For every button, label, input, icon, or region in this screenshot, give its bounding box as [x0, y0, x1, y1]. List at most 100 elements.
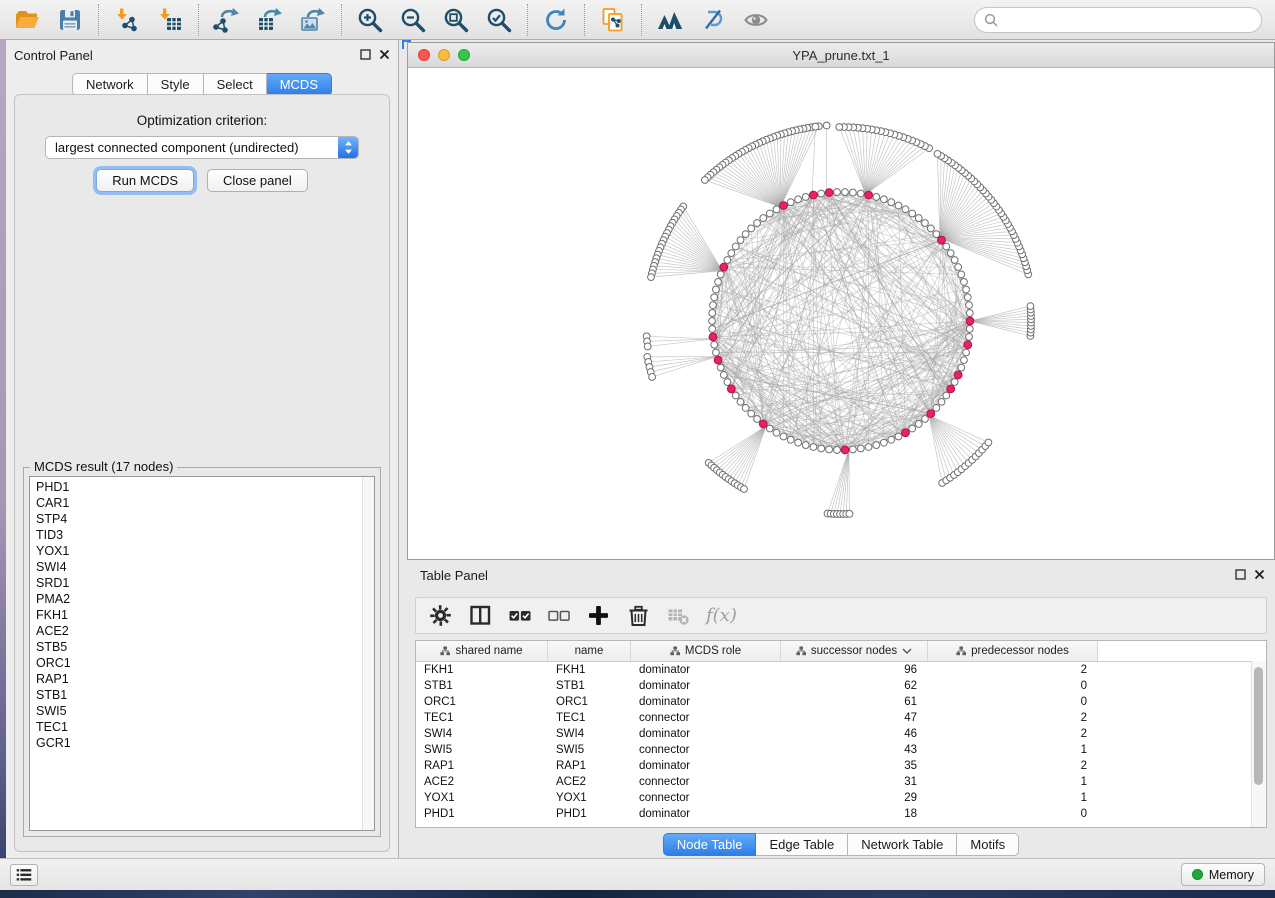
network-node[interactable] [958, 271, 965, 278]
network-node[interactable] [728, 250, 735, 257]
open-file-icon[interactable] [13, 6, 41, 34]
function-builder-label[interactable]: f(x) [706, 605, 737, 626]
network-node[interactable] [943, 243, 950, 250]
export-image-icon[interactable] [299, 6, 327, 34]
mcds-hub-node[interactable] [780, 202, 788, 210]
result-scrollbar[interactable] [362, 477, 374, 830]
network-node[interactable] [834, 447, 841, 454]
result-node-item[interactable]: CAR1 [36, 495, 71, 511]
network-node[interactable] [933, 405, 940, 412]
network-node[interactable] [895, 433, 902, 440]
network-node[interactable] [724, 379, 731, 386]
network-node[interactable] [737, 237, 744, 244]
network-node[interactable] [818, 190, 825, 197]
network-node[interactable] [826, 446, 833, 453]
network-node[interactable] [934, 150, 941, 157]
network-node[interactable] [712, 349, 719, 356]
network-node[interactable] [846, 510, 853, 517]
mcds-hub-node[interactable] [964, 341, 972, 349]
result-node-item[interactable]: TID3 [36, 527, 71, 543]
tab-mcds[interactable]: MCDS [267, 73, 332, 96]
mcds-hub-node[interactable] [825, 189, 833, 197]
network-node[interactable] [857, 190, 864, 197]
network-node[interactable] [780, 433, 787, 440]
eye-icon[interactable] [742, 6, 770, 34]
float-table-panel-icon[interactable] [1235, 569, 1246, 580]
network-node[interactable] [888, 199, 895, 206]
network-node[interactable] [802, 194, 809, 201]
network-node[interactable] [720, 372, 727, 379]
mcds-hub-node[interactable] [709, 333, 717, 341]
network-node[interactable] [922, 220, 929, 227]
result-node-item[interactable]: YOX1 [36, 543, 71, 559]
deselect-all-rows-icon[interactable] [548, 605, 570, 627]
network-node[interactable] [710, 302, 717, 309]
network-node[interactable] [812, 123, 819, 130]
zoom-out-icon[interactable] [399, 6, 427, 34]
table-row[interactable]: STB1STB1dominator620 [416, 678, 1266, 694]
network-node[interactable] [795, 196, 802, 203]
tab-select[interactable]: Select [204, 73, 267, 96]
table-row[interactable]: SWI5SWI5connector431 [416, 742, 1266, 758]
network-node[interactable] [865, 444, 872, 451]
network-node[interactable] [909, 210, 916, 217]
network-node[interactable] [966, 333, 973, 340]
float-panel-icon[interactable] [360, 49, 371, 60]
network-node[interactable] [648, 274, 655, 281]
delete-column-icon[interactable] [627, 604, 650, 627]
network-node[interactable] [754, 416, 761, 423]
table-row[interactable]: RAP1RAP1dominator352 [416, 758, 1266, 774]
mcds-hub-node[interactable] [954, 371, 962, 379]
network-node[interactable] [748, 225, 755, 232]
network-node[interactable] [909, 425, 916, 432]
close-panel-button[interactable]: Close panel [207, 169, 308, 192]
column-header-successor-nodes[interactable]: successor nodes [781, 641, 928, 661]
hide-labels-icon[interactable] [699, 6, 727, 34]
network-node[interactable] [880, 439, 887, 446]
table-row[interactable]: FKH1FKH1dominator962 [416, 662, 1266, 678]
network-node[interactable] [834, 189, 841, 196]
network-node[interactable] [1027, 303, 1034, 310]
table-scrollbar[interactable] [1251, 661, 1266, 827]
mcds-hub-node[interactable] [727, 385, 735, 393]
network-node[interactable] [985, 439, 992, 446]
mcds-hub-node[interactable] [841, 446, 849, 454]
network-node[interactable] [709, 318, 716, 325]
maximize-window-icon[interactable] [458, 49, 470, 61]
close-table-panel-icon[interactable] [1254, 569, 1265, 580]
network-node[interactable] [732, 392, 739, 399]
network-node[interactable] [711, 294, 718, 301]
tab-node-table[interactable]: Node Table [663, 833, 757, 856]
network-window-titlebar[interactable]: YPA_prune.txt_1 [408, 43, 1274, 68]
mcds-result-list[interactable]: PHD1CAR1STP4TID3YOX1SWI4SRD1PMA2FKH1ACE2… [29, 476, 375, 831]
network-node[interactable] [787, 199, 794, 206]
export-table-icon[interactable] [256, 6, 284, 34]
network-node[interactable] [850, 446, 857, 453]
zoom-selected-icon[interactable] [485, 6, 513, 34]
run-mcds-button[interactable]: Run MCDS [96, 169, 194, 192]
result-node-item[interactable]: ACE2 [36, 623, 71, 639]
network-node[interactable] [951, 257, 958, 264]
task-history-button[interactable] [10, 864, 38, 886]
network-node[interactable] [742, 231, 749, 238]
network-node[interactable] [748, 410, 755, 417]
network-node[interactable] [787, 436, 794, 443]
select-all-rows-icon[interactable] [509, 605, 531, 627]
network-node[interactable] [795, 439, 802, 446]
network-node[interactable] [724, 257, 731, 264]
result-node-item[interactable]: FKH1 [36, 607, 71, 623]
network-node[interactable] [915, 421, 922, 428]
mcds-hub-node[interactable] [938, 236, 946, 244]
result-node-item[interactable]: PHD1 [36, 479, 71, 495]
network-node[interactable] [649, 374, 656, 381]
network-node[interactable] [880, 196, 887, 203]
close-panel-icon[interactable] [379, 49, 390, 60]
network-node[interactable] [850, 189, 857, 196]
mcds-hub-node[interactable] [902, 429, 910, 437]
network-node[interactable] [966, 310, 973, 317]
mcds-hub-node[interactable] [966, 317, 974, 325]
network-node[interactable] [966, 302, 973, 309]
network-node[interactable] [955, 264, 962, 271]
mcds-hub-node[interactable] [714, 356, 722, 364]
table-scrollbar-thumb[interactable] [1254, 667, 1263, 785]
